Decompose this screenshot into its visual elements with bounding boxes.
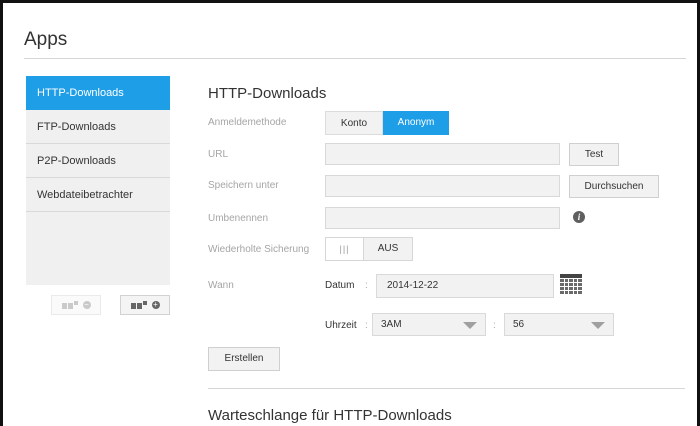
queue-title: Warteschlange für HTTP-Downloads bbox=[208, 407, 452, 424]
date-label: Datum bbox=[325, 280, 355, 291]
chevron-down-icon bbox=[463, 322, 477, 329]
rename-input[interactable] bbox=[325, 207, 560, 229]
apps-blocks-icon bbox=[130, 301, 147, 309]
info-icon[interactable]: i bbox=[573, 211, 585, 223]
url-input[interactable] bbox=[325, 143, 560, 165]
calendar-icon[interactable] bbox=[560, 274, 582, 294]
sidebar-item-http-downloads[interactable]: HTTP-Downloads bbox=[26, 76, 170, 110]
minus-circle-icon: − bbox=[82, 300, 91, 309]
plus-circle-icon: + bbox=[151, 300, 160, 309]
save-to-input[interactable] bbox=[325, 175, 560, 197]
toggle-grip-icon: ||| bbox=[326, 238, 364, 260]
hour-select[interactable]: 3AM bbox=[372, 313, 486, 336]
toggle-state: AUS bbox=[377, 243, 399, 254]
remove-app-button[interactable]: − bbox=[51, 295, 101, 315]
minute-value: 56 bbox=[513, 319, 525, 330]
login-option-anonym[interactable]: Anonym bbox=[383, 111, 449, 135]
minute-select[interactable]: 56 bbox=[504, 313, 614, 336]
date-separator: : bbox=[365, 280, 368, 291]
repeat-backup-label: Wiederholte Sicherung bbox=[208, 244, 310, 255]
add-app-button[interactable]: + bbox=[120, 295, 170, 315]
login-method-label: Anmeldemethode bbox=[208, 117, 287, 128]
create-button[interactable]: Erstellen bbox=[208, 347, 280, 371]
rename-label: Umbenennen bbox=[208, 213, 269, 224]
hour-minute-separator: : bbox=[493, 320, 496, 331]
browse-button[interactable]: Durchsuchen bbox=[569, 175, 659, 198]
when-label: Wann bbox=[208, 280, 234, 291]
repeat-backup-toggle[interactable]: ||| AUS bbox=[325, 237, 413, 261]
url-label: URL bbox=[208, 149, 229, 160]
save-to-label: Speichern unter bbox=[208, 180, 279, 191]
apps-blocks-icon bbox=[61, 301, 78, 309]
page-title: Apps bbox=[24, 29, 68, 50]
app-window: Apps HTTP-Downloads FTP-Downloads P2P-Do… bbox=[0, 0, 700, 426]
time-label: Uhrzeit bbox=[325, 320, 357, 331]
section-divider bbox=[208, 388, 685, 389]
sidebar-item-webdateibetrachter[interactable]: Webdateibetrachter bbox=[26, 178, 170, 212]
section-title: HTTP-Downloads bbox=[208, 85, 327, 102]
test-button[interactable]: Test bbox=[569, 143, 619, 166]
login-method-toggle: Konto Anonym bbox=[325, 111, 449, 135]
chevron-down-icon bbox=[591, 322, 605, 329]
sidebar: HTTP-Downloads FTP-Downloads P2P-Downloa… bbox=[26, 76, 170, 285]
date-input[interactable]: 2014-12-22 bbox=[376, 274, 554, 298]
time-separator: : bbox=[365, 320, 368, 331]
sidebar-item-p2p-downloads[interactable]: P2P-Downloads bbox=[26, 144, 170, 178]
sidebar-item-ftp-downloads[interactable]: FTP-Downloads bbox=[26, 110, 170, 144]
hour-value: 3AM bbox=[381, 319, 402, 330]
title-divider bbox=[24, 58, 686, 59]
login-option-konto[interactable]: Konto bbox=[325, 111, 383, 135]
